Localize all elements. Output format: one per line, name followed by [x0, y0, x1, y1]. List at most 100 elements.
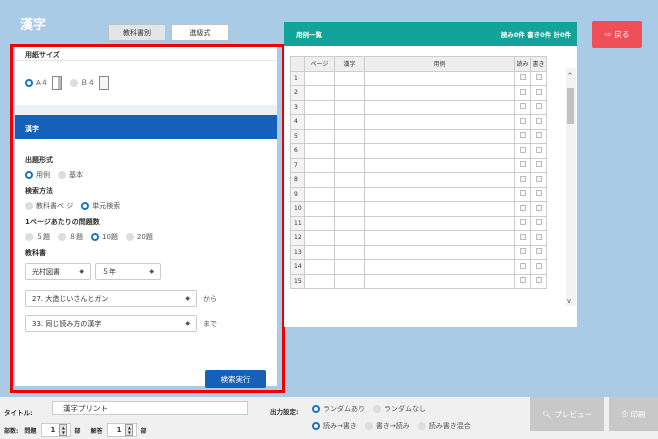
- chevron-down-icon[interactable]: v: [567, 297, 571, 305]
- write-checkbox[interactable]: [535, 175, 542, 182]
- write-checkbox[interactable]: [535, 233, 542, 240]
- kanji-cell: [334, 99, 365, 115]
- mode-write-read-option[interactable]: 書き→読み: [364, 421, 410, 431]
- preview-button[interactable]: 🔍︎ プレビュー: [530, 397, 604, 431]
- stepper-arrows-icon[interactable]: ▲ ▼: [59, 424, 68, 436]
- write-checkbox[interactable]: [535, 248, 542, 255]
- column-header: ページ: [304, 56, 335, 72]
- kanji-cell: [334, 215, 365, 231]
- title-input[interactable]: 漢字プリント: [52, 401, 248, 415]
- read-cell: [514, 273, 531, 289]
- mode-write-read-label: 書き→読み: [375, 422, 410, 430]
- kanji-cell: [334, 70, 365, 86]
- row-number: 10: [290, 201, 305, 217]
- examples-summary: 読み0件 書き0件 計0件: [500, 31, 571, 39]
- example-cell: [364, 230, 515, 246]
- exit-icon: ⇨: [604, 30, 612, 39]
- table-row: 5: [290, 128, 547, 144]
- write-cell: [530, 273, 547, 289]
- answer-copies-stepper[interactable]: 1 ▲ ▼: [107, 423, 138, 437]
- write-cell: [530, 128, 547, 144]
- table-row: 15: [290, 273, 547, 289]
- read-checkbox[interactable]: [519, 146, 526, 153]
- read-checkbox[interactable]: [519, 132, 526, 139]
- table-row: 14: [290, 259, 547, 275]
- read-checkbox[interactable]: [519, 277, 526, 284]
- mode-read-write-option[interactable]: 読み→書き: [312, 421, 357, 431]
- write-cell: [530, 201, 547, 217]
- answer-label: 解答: [90, 427, 103, 435]
- write-checkbox[interactable]: [535, 161, 542, 168]
- write-cell: [530, 70, 547, 86]
- write-cell: [530, 114, 547, 130]
- radio-unselected-icon[interactable]: [373, 405, 381, 413]
- random-off-option[interactable]: ランダムなし: [373, 404, 426, 414]
- print-button[interactable]: ⎙ 印刷: [609, 397, 658, 431]
- read-checkbox[interactable]: [519, 117, 526, 124]
- read-checkbox[interactable]: [519, 262, 526, 269]
- page-title: 漢字: [20, 18, 47, 33]
- scrollbar-thumb[interactable]: [567, 88, 574, 124]
- question-copies-stepper[interactable]: 1 ▲ ▼: [41, 423, 72, 437]
- table-row: 1: [290, 70, 547, 86]
- read-checkbox[interactable]: [519, 161, 526, 168]
- tab-progressive[interactable]: 進級式: [171, 24, 229, 41]
- read-checkbox[interactable]: [519, 219, 526, 226]
- mode-mixed-option[interactable]: 読み書き混合: [417, 421, 471, 431]
- write-cell: [530, 186, 547, 202]
- write-checkbox[interactable]: [535, 103, 542, 110]
- read-checkbox[interactable]: [519, 190, 526, 197]
- question-label: 問題: [24, 427, 37, 435]
- page-cell: [304, 230, 335, 246]
- write-checkbox[interactable]: [535, 132, 542, 139]
- radio-unselected-icon[interactable]: [364, 422, 373, 430]
- examples-header: 用例一覧 読み0件 書き0件 計0件: [284, 22, 577, 46]
- page-cell: [304, 70, 335, 86]
- read-checkbox[interactable]: [519, 88, 526, 95]
- radio-unselected-icon[interactable]: [417, 422, 426, 430]
- read-checkbox[interactable]: [519, 204, 526, 211]
- write-checkbox[interactable]: [535, 146, 542, 153]
- row-number: 2: [290, 85, 305, 101]
- read-checkbox[interactable]: [519, 175, 526, 182]
- read-checkbox[interactable]: [519, 233, 526, 240]
- copies-unit: 部: [140, 427, 147, 435]
- page-cell: [304, 157, 335, 173]
- write-checkbox[interactable]: [535, 117, 542, 124]
- kanji-cell: [334, 143, 365, 159]
- read-checkbox[interactable]: [519, 248, 526, 255]
- stepper-arrows-icon[interactable]: ▲ ▼: [125, 424, 134, 436]
- example-cell: [364, 201, 515, 217]
- output-label: 出力設定:: [270, 408, 299, 416]
- write-checkbox[interactable]: [535, 277, 542, 284]
- write-checkbox[interactable]: [535, 219, 542, 226]
- kanji-cell: [334, 114, 365, 130]
- write-cell: [530, 244, 547, 260]
- read-checkbox[interactable]: [519, 103, 526, 110]
- read-cell: [514, 186, 531, 202]
- write-checkbox[interactable]: [535, 204, 542, 211]
- tab-textbook[interactable]: 教科書別: [108, 24, 166, 41]
- read-cell: [514, 172, 531, 188]
- examples-title: 用例一覧: [296, 31, 322, 39]
- column-header: 書き: [530, 56, 547, 72]
- write-checkbox[interactable]: [535, 262, 542, 269]
- write-checkbox[interactable]: [535, 88, 542, 95]
- random-on-option[interactable]: ランダムあり: [312, 404, 365, 414]
- write-cell: [530, 85, 547, 101]
- radio-selected-icon[interactable]: [312, 422, 320, 430]
- radio-selected-icon[interactable]: [312, 405, 320, 413]
- read-checkbox[interactable]: [519, 74, 526, 81]
- read-cell: [514, 157, 531, 173]
- table-scrollbar[interactable]: ^ v: [566, 68, 576, 306]
- copies-label: 部数:: [4, 427, 19, 435]
- table-row: 13: [290, 244, 547, 260]
- bottom-bar: タイトル: 漢字プリント 部数: 問題 1 ▲ ▼ 部 解答 1 ▲ ▼ 部 出力設定:…: [0, 397, 658, 439]
- write-checkbox[interactable]: [535, 190, 542, 197]
- chevron-up-icon[interactable]: ^: [567, 72, 573, 80]
- back-button[interactable]: ⇨ 戻る: [592, 21, 642, 48]
- page-cell: [304, 201, 335, 217]
- write-checkbox[interactable]: [535, 74, 542, 81]
- column-header: 読み: [514, 56, 531, 72]
- row-number: 15: [290, 273, 305, 289]
